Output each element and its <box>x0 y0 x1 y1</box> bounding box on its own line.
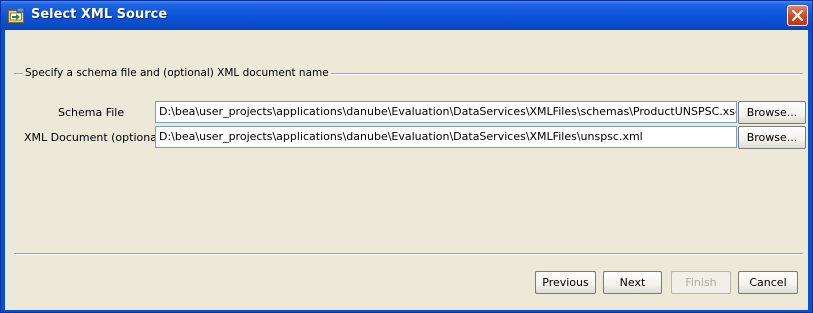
xml-document-label: XML Document (optional) <box>24 131 165 144</box>
xml-browse-button[interactable]: Browse... <box>738 126 806 149</box>
dialog-window: Select XML Source Specify a schema file … <box>0 0 813 313</box>
dialog-body: Specify a schema file and (optional) XML… <box>5 30 808 310</box>
window-title: Select XML Source <box>31 7 168 22</box>
close-button[interactable] <box>787 5 808 26</box>
next-button[interactable]: Next <box>603 271 662 294</box>
schema-file-label: Schema File <box>58 106 125 119</box>
schema-browse-button[interactable]: Browse... <box>738 101 806 124</box>
finish-button[interactable]: Finish <box>671 271 731 294</box>
previous-button[interactable]: Previous <box>535 271 596 294</box>
close-icon <box>792 10 803 21</box>
wizard-icon <box>8 7 25 23</box>
title-bar[interactable]: Select XML Source <box>1 1 812 30</box>
group-title: Specify a schema file and (optional) XML… <box>23 67 331 79</box>
schema-file-input[interactable]: D:\bea\user_projects\applications\danube… <box>155 101 737 123</box>
xml-document-input[interactable]: D:\bea\user_projects\applications\danube… <box>155 126 737 148</box>
cancel-button[interactable]: Cancel <box>738 271 798 294</box>
button-separator <box>14 253 803 254</box>
